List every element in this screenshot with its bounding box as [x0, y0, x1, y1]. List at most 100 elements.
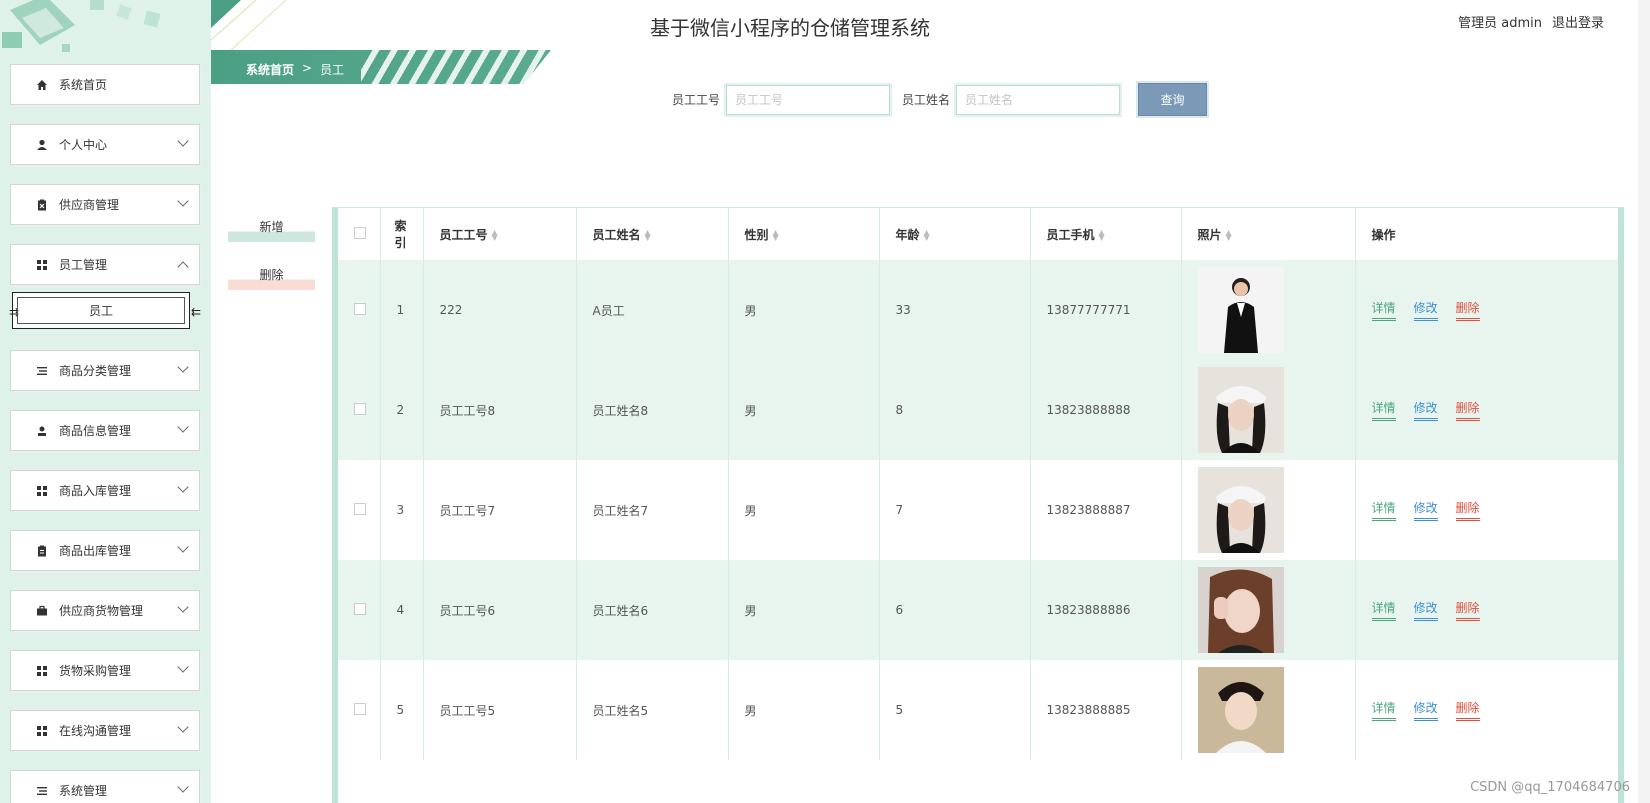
breadcrumb-home[interactable]: 系统首页: [246, 61, 294, 78]
detail-link[interactable]: 详情: [1371, 299, 1396, 321]
cell-phone: 13877777771: [1030, 260, 1182, 360]
user-icon: [35, 138, 49, 152]
briefcase-icon: [35, 604, 49, 618]
sidebar-item-purchase[interactable]: 货物采购管理: [7, 650, 205, 698]
cell-age: 7: [879, 460, 1031, 560]
edit-link[interactable]: 修改: [1413, 299, 1438, 321]
chevron-down-icon: [177, 481, 189, 493]
sidebar-subitem-label: 员工: [88, 304, 113, 318]
page-scrollbar[interactable]: [1638, 0, 1650, 803]
breadcrumb-current: 员工: [320, 63, 345, 77]
select-all-cell: [338, 208, 381, 260]
detail-link[interactable]: 详情: [1371, 399, 1396, 421]
sidebar-item-label: 商品入库管理: [59, 484, 132, 498]
cell-emp-id: 222: [423, 260, 577, 360]
cell-age: 8: [879, 360, 1031, 460]
remove-link[interactable]: 删除: [1455, 699, 1480, 721]
row-checkbox[interactable]: [354, 602, 366, 615]
chevron-down-icon: [177, 781, 189, 793]
sidebar-item-chat[interactable]: 在线沟通管理: [7, 710, 205, 758]
table-row: 4 员工工号6 员工姓名6 男 6 13823888886 详情 修改 删除: [338, 560, 1618, 660]
cell-phone: 13823888886: [1030, 560, 1182, 660]
cell-ops: 详情 修改 删除: [1355, 560, 1618, 660]
edit-link[interactable]: 修改: [1413, 399, 1438, 421]
col-index-label: 索引: [394, 219, 407, 250]
add-button[interactable]: 新增: [228, 216, 315, 242]
sidebar-item-inbound[interactable]: 商品入库管理: [7, 470, 205, 518]
sidebar-item-outbound[interactable]: 商品出库管理: [7, 530, 205, 578]
cell-index: 2: [380, 360, 424, 460]
col-photo[interactable]: 照片 ▲ ▼: [1181, 208, 1356, 260]
logout-link[interactable]: 退出登录: [1552, 12, 1604, 31]
query-button[interactable]: 查询: [1138, 83, 1208, 116]
col-age-label: 年龄: [895, 227, 920, 242]
sidebar-item-label: 供应商货物管理: [59, 604, 144, 618]
col-emp-name-label: 员工姓名: [592, 227, 641, 242]
employee-photo: [1197, 467, 1284, 553]
select-all-checkbox[interactable]: [354, 226, 366, 239]
delete-button[interactable]: 删除: [228, 264, 315, 290]
sidebar-item-system[interactable]: 系统管理: [7, 770, 205, 803]
row-checkbox[interactable]: [354, 302, 366, 315]
sidebar-item-supplier[interactable]: 供应商管理: [7, 184, 205, 232]
sidebar-item-profile[interactable]: 个人中心: [7, 124, 205, 172]
sidebar-item-goods-info[interactable]: 商品信息管理: [7, 410, 205, 458]
sidebar-item-category[interactable]: 商品分类管理: [7, 350, 205, 398]
col-emp-name[interactable]: 员工姓名 ▲ ▼: [576, 208, 729, 260]
cell-gender: 男: [728, 260, 880, 360]
edit-link[interactable]: 修改: [1413, 599, 1438, 621]
emp-id-input[interactable]: [724, 82, 893, 117]
col-age[interactable]: 年龄 ▲ ▼: [879, 208, 1031, 260]
col-phone[interactable]: 员工手机 ▲ ▼: [1030, 208, 1182, 260]
row-select-cell: [338, 260, 381, 360]
detail-link[interactable]: 详情: [1371, 599, 1396, 621]
detail-link[interactable]: 详情: [1371, 699, 1396, 721]
sidebar-item-label: 系统首页: [59, 78, 108, 92]
remove-link[interactable]: 删除: [1455, 299, 1480, 321]
cell-age: 33: [879, 260, 1031, 360]
edit-link[interactable]: 修改: [1413, 699, 1438, 721]
sidebar-subitem-employee[interactable]: ⇉ 员工 ⇇: [9, 292, 201, 329]
chevron-down-icon: [177, 195, 189, 207]
remove-link[interactable]: 删除: [1455, 499, 1480, 521]
employee-table: 索引 员工工号 ▲ ▼ 员工姓名 ▲ ▼ 性别 ▲ ▼ 年龄 ▲ ▼ 员工手机 ▲ ▼ 照片 ▲ ▼ 操…: [332, 207, 1624, 803]
row-select-cell: [338, 660, 381, 760]
cell-ops: 详情 修改 删除: [1355, 260, 1618, 360]
arrow-left-icon: ⇉: [9, 305, 19, 319]
sort-icon: ▲ ▼: [1098, 228, 1105, 242]
header-decoration: [211, 0, 287, 50]
cell-gender: 男: [728, 360, 880, 460]
col-phone-label: 员工手机: [1046, 227, 1095, 242]
cell-emp-id: 员工工号5: [423, 660, 577, 760]
col-gender[interactable]: 性别 ▲ ▼: [728, 208, 880, 260]
table-header-row: 索引 员工工号 ▲ ▼ 员工姓名 ▲ ▼ 性别 ▲ ▼ 年龄 ▲ ▼ 员工手机 ▲ ▼ 照片 ▲ ▼ 操…: [338, 208, 1618, 260]
cell-emp-name: 员工姓名8: [576, 360, 729, 460]
chevron-up-icon: [177, 261, 189, 273]
row-checkbox[interactable]: [354, 502, 366, 515]
emp-name-input[interactable]: [954, 82, 1123, 117]
chevron-down-icon: [177, 721, 189, 733]
remove-link[interactable]: 删除: [1455, 599, 1480, 621]
sidebar-item-home[interactable]: 系统首页: [7, 64, 205, 112]
sidebar-item-label: 系统管理: [59, 784, 108, 798]
col-emp-id-label: 员工工号: [439, 227, 488, 242]
edit-link[interactable]: 修改: [1413, 499, 1438, 521]
chevron-down-icon: [177, 541, 189, 553]
row-checkbox[interactable]: [354, 702, 366, 715]
detail-link[interactable]: 详情: [1371, 499, 1396, 521]
grid-icon: [35, 484, 49, 498]
sidebar-item-supplier-goods[interactable]: 供应商货物管理: [7, 590, 205, 638]
cell-age: 6: [879, 560, 1031, 660]
cell-phone: 13823888885: [1030, 660, 1182, 760]
cell-ops: 详情 修改 删除: [1355, 460, 1618, 560]
row-checkbox[interactable]: [354, 402, 366, 415]
col-emp-id[interactable]: 员工工号 ▲ ▼: [423, 208, 577, 260]
table-row: 2 员工工号8 员工姓名8 男 8 13823888888 详情 修改 删除: [338, 360, 1618, 460]
sidebar-item-employee-mgmt[interactable]: 员工管理: [7, 244, 205, 292]
cell-gender: 男: [728, 560, 880, 660]
sidebar-item-label: 商品出库管理: [59, 544, 132, 558]
row-select-cell: [338, 460, 381, 560]
employee-photo: [1197, 567, 1284, 653]
remove-link[interactable]: 删除: [1455, 399, 1480, 421]
cell-phone: 13823888887: [1030, 460, 1182, 560]
